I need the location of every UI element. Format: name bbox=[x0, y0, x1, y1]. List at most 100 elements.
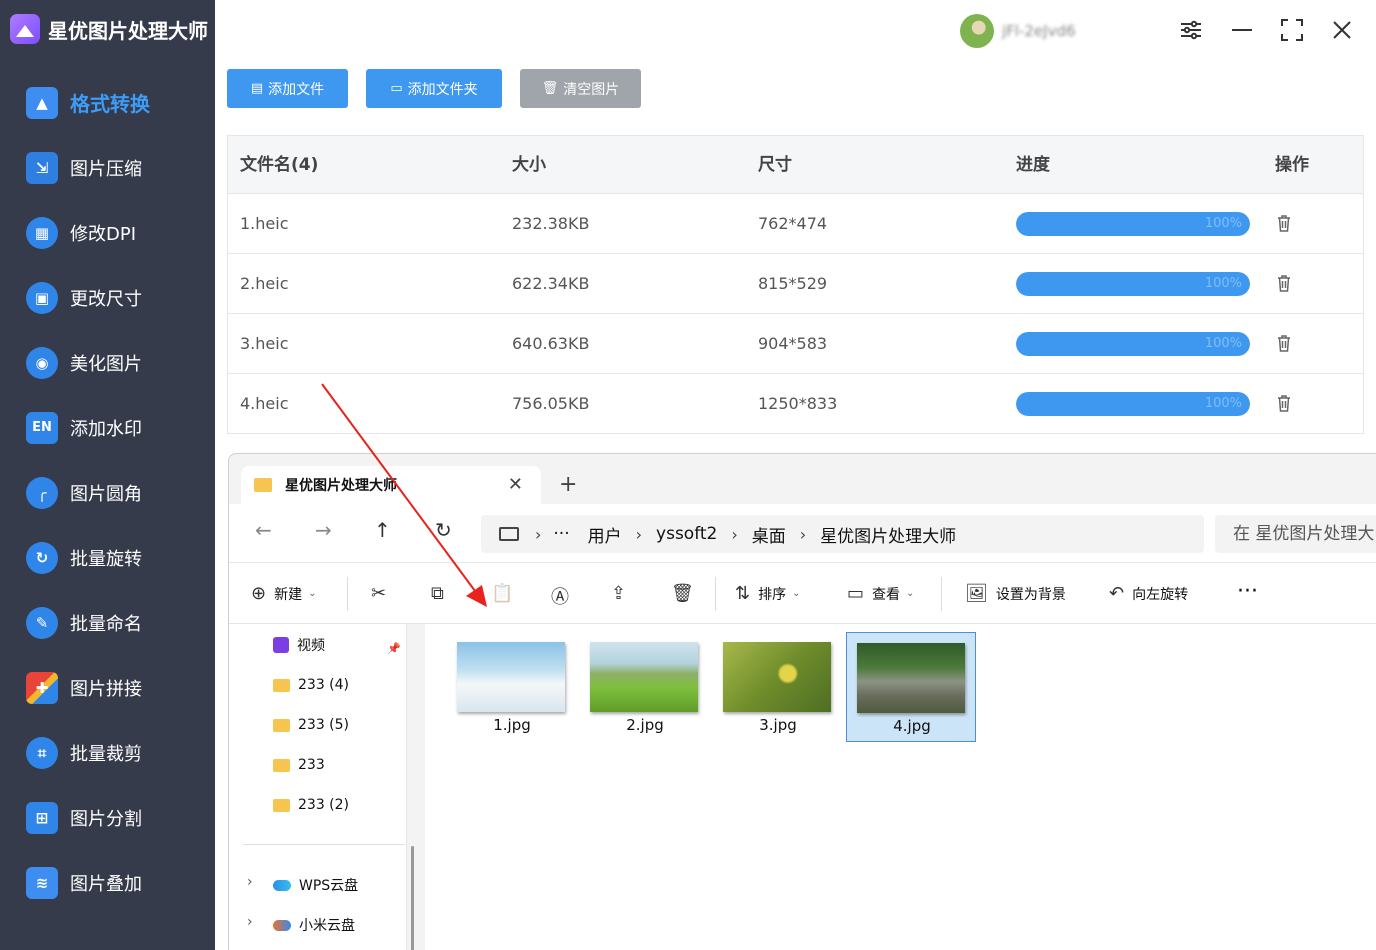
close-tab-icon[interactable]: ✕ bbox=[508, 474, 523, 495]
sidebar-item-dpi[interactable]: ▦ 修改DPI bbox=[0, 200, 215, 265]
file-name: 2.jpg bbox=[626, 716, 664, 734]
rotate-left-button[interactable]: ↶ 向左旋转 bbox=[1109, 583, 1188, 604]
forward-arrow-icon[interactable]: → bbox=[315, 518, 332, 542]
sidebar-item-rotate[interactable]: ↻ 批量旋转 bbox=[0, 525, 215, 590]
sort-button[interactable]: ⇅ 排序 ⌄ bbox=[735, 583, 800, 604]
title-bar: jFl-2eJvd6 bbox=[215, 0, 1376, 60]
settings-sliders-icon[interactable] bbox=[1175, 14, 1207, 46]
breadcrumb-desktop[interactable]: 桌面 bbox=[752, 522, 786, 547]
new-button[interactable]: ⊕ 新建 ⌄ bbox=[251, 583, 316, 604]
nav-pane-item-folder[interactable]: 233 (4) bbox=[273, 674, 349, 696]
clear-images-button[interactable]: 🗑 清空图片 bbox=[520, 69, 641, 108]
file-item[interactable]: 3.jpg bbox=[713, 632, 843, 742]
sidebar-item-label: 图片圆角 bbox=[70, 483, 142, 505]
breadcrumb-current-folder[interactable]: 星优图片处理大师 bbox=[820, 522, 956, 547]
progress-bar: 100% bbox=[1016, 392, 1250, 416]
copy-button[interactable]: ⧉ bbox=[431, 583, 452, 604]
nav-pane-item-folder[interactable]: 233 (5) bbox=[273, 714, 349, 736]
app-brand: 星优图片处理大师 bbox=[0, 0, 215, 58]
delete-row-icon[interactable] bbox=[1277, 334, 1291, 352]
sidebar-item-label: 图片分割 bbox=[70, 808, 142, 830]
folder-icon bbox=[273, 798, 290, 812]
file-explorer-window: 星优图片处理大师 ✕ + ← → ↑ ↻ › ··· 用户 › yssoft2 … bbox=[228, 453, 1376, 950]
breadcrumb-users[interactable]: 用户 bbox=[588, 522, 622, 547]
sidebar-item-format-convert[interactable]: ▲ 格式转换 bbox=[0, 70, 215, 135]
delete-row-icon[interactable] bbox=[1277, 394, 1291, 412]
expand-chevron-icon[interactable]: › bbox=[247, 874, 253, 890]
file-name-cell: 1.heic bbox=[240, 214, 289, 233]
cut-button[interactable]: ✂ bbox=[371, 583, 394, 604]
expand-chevron-icon[interactable]: › bbox=[247, 914, 253, 930]
maximize-icon[interactable] bbox=[1276, 14, 1308, 46]
address-bar[interactable]: › ··· 用户 › yssoft2 › 桌面 › 星优图片处理大师 bbox=[481, 515, 1204, 553]
crop-icon: ⌗ bbox=[26, 736, 58, 769]
rotate-left-label: 向左旋转 bbox=[1132, 586, 1189, 603]
explorer-tab[interactable]: 星优图片处理大师 ✕ bbox=[241, 466, 541, 504]
nav-pane-item-folder[interactable]: 233 bbox=[273, 754, 325, 776]
nav-pane-item-folder[interactable]: 233 (2) bbox=[273, 794, 349, 816]
image-thumbnail bbox=[723, 642, 831, 712]
username: jFl-2eJvd6 bbox=[1002, 22, 1076, 40]
minimize-icon[interactable] bbox=[1226, 14, 1258, 46]
nav-pane-item-videos[interactable]: 视频 bbox=[273, 634, 325, 656]
sidebar-item-split[interactable]: ⊞ 图片分割 bbox=[0, 785, 215, 850]
paste-button[interactable]: 📋 bbox=[491, 583, 521, 604]
compress-icon: ⇲ bbox=[26, 151, 58, 184]
file-name: 4.jpg bbox=[893, 717, 931, 735]
file-item[interactable]: 1.jpg bbox=[447, 632, 577, 742]
sidebar-item-puzzle[interactable]: ✚ 图片拼接 bbox=[0, 655, 215, 720]
delete-row-icon[interactable] bbox=[1277, 274, 1291, 292]
rotate-left-icon: ↶ bbox=[1109, 583, 1125, 604]
search-input[interactable]: 在 星优图片处理大师 中搜索 bbox=[1215, 515, 1376, 553]
refresh-icon[interactable]: ↻ bbox=[435, 518, 452, 542]
table-row: 2.heic 622.34KB 815*529 100% bbox=[228, 254, 1363, 314]
sidebar-item-rename[interactable]: ✎ 批量命名 bbox=[0, 590, 215, 655]
file-item[interactable]: 2.jpg bbox=[580, 632, 710, 742]
folder-icon: ▭ bbox=[390, 81, 403, 96]
add-file-button[interactable]: ▤ 添加文件 bbox=[227, 69, 348, 108]
share-button[interactable]: ⇪ bbox=[611, 583, 634, 604]
pin-icon[interactable]: 📌 bbox=[387, 642, 401, 655]
file-item[interactable]: 4.jpg bbox=[846, 632, 976, 742]
chevron-right-icon: › bbox=[635, 524, 643, 544]
new-tab-icon[interactable]: + bbox=[559, 472, 577, 497]
nav-pane-item-wps-cloud[interactable]: WPS云盘 bbox=[273, 874, 358, 896]
set-as-background-button[interactable]: 🖼 设置为背景 bbox=[965, 583, 1066, 604]
sidebar-item-resize[interactable]: ▣ 更改尺寸 bbox=[0, 265, 215, 330]
more-crumbs-icon[interactable]: ··· bbox=[553, 524, 569, 544]
add-folder-button[interactable]: ▭ 添加文件夹 bbox=[366, 69, 502, 108]
sidebar-item-layers[interactable]: ≋ 图片叠加 bbox=[0, 850, 215, 915]
sidebar-item-watermark[interactable]: EN 添加水印 bbox=[0, 395, 215, 460]
view-button[interactable]: ▭ 查看 ⌄ bbox=[847, 583, 914, 604]
more-options-icon[interactable]: ··· bbox=[1237, 579, 1258, 604]
file-size-cell: 756.05KB bbox=[512, 394, 590, 413]
rename-button[interactable]: Ⓐ bbox=[551, 583, 577, 609]
delete-row-icon[interactable] bbox=[1277, 214, 1291, 232]
sidebar-item-beautify[interactable]: ◉ 美化图片 bbox=[0, 330, 215, 395]
new-label: 新建 bbox=[274, 586, 303, 603]
breadcrumb-yssoft2[interactable]: yssoft2 bbox=[656, 524, 717, 544]
up-arrow-icon[interactable]: ↑ bbox=[374, 518, 391, 542]
file-name: 1.jpg bbox=[493, 716, 531, 734]
back-arrow-icon[interactable]: ← bbox=[255, 518, 272, 542]
table-header: 文件名(4) 大小 尺寸 进度 操作 bbox=[228, 136, 1363, 194]
close-icon[interactable] bbox=[1326, 14, 1358, 46]
scrollbar[interactable] bbox=[411, 846, 414, 950]
dimensions-cell: 1250*833 bbox=[758, 394, 838, 413]
delete-button[interactable]: 🗑 bbox=[671, 583, 702, 604]
table-row: 1.heic 232.38KB 762*474 100% bbox=[228, 194, 1363, 254]
sidebar-item-crop[interactable]: ⌗ 批量裁剪 bbox=[0, 720, 215, 785]
progress-label: 100% bbox=[1204, 276, 1242, 291]
sidebar: 星优图片处理大师 ▲ 格式转换 ⇲ 图片压缩 ▦ 修改DPI ▣ 更改尺寸 ◉ … bbox=[0, 0, 215, 950]
rotate-icon: ↻ bbox=[26, 541, 58, 574]
user-profile[interactable]: jFl-2eJvd6 bbox=[960, 14, 1182, 48]
folder-icon bbox=[273, 678, 290, 692]
header-progress: 进度 bbox=[1016, 155, 1050, 175]
table-row: 3.heic 640.63KB 904*583 100% bbox=[228, 314, 1363, 374]
sidebar-item-compress[interactable]: ⇲ 图片压缩 bbox=[0, 135, 215, 200]
sidebar-item-round-corner[interactable]: ╭ 图片圆角 bbox=[0, 460, 215, 525]
folder-icon bbox=[273, 718, 290, 732]
nav-pane-item-mi-cloud[interactable]: 小米云盘 bbox=[273, 914, 355, 936]
this-pc-icon bbox=[499, 527, 519, 541]
navigation-pane: 视频 📌 233 (4) 233 (5) 233 233 (2) › WPS云盘… bbox=[229, 624, 414, 950]
